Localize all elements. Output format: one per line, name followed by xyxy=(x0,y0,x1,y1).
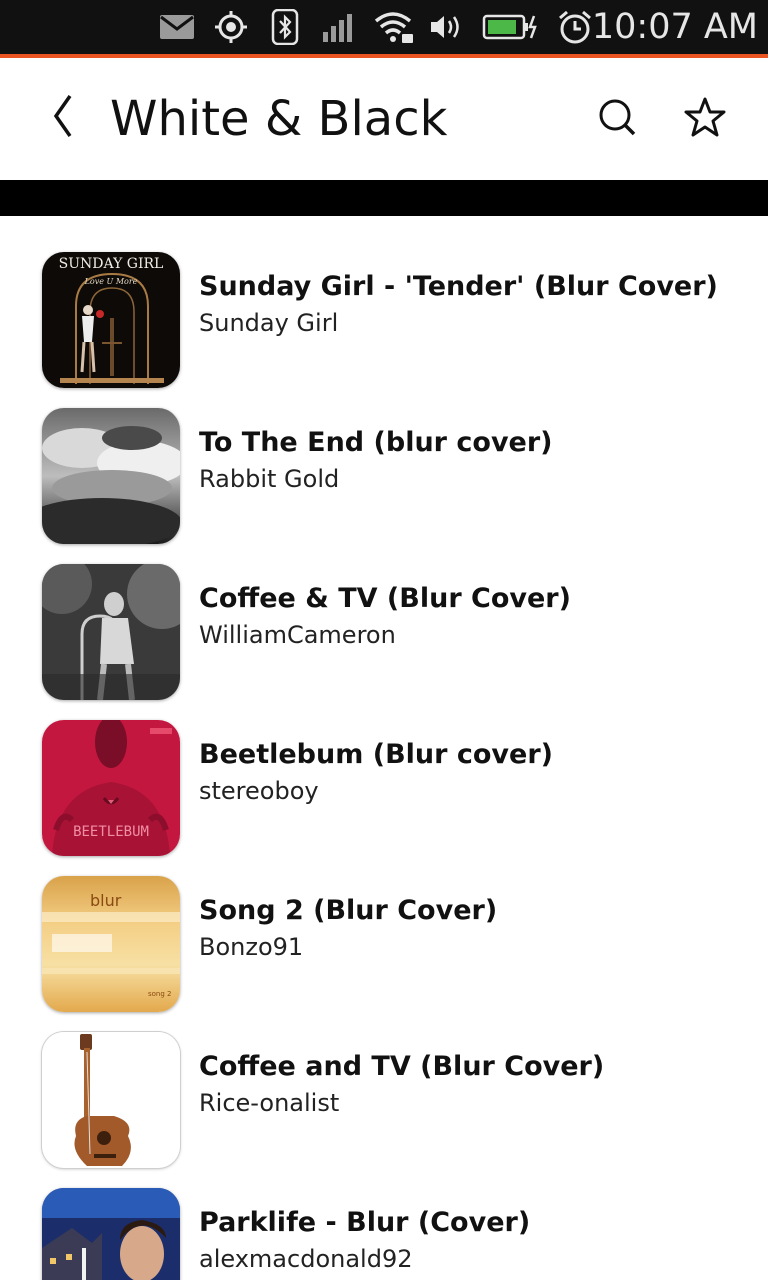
track-artist: Bonzo91 xyxy=(199,933,304,961)
signal-icon xyxy=(320,9,358,45)
mail-icon xyxy=(158,9,196,45)
list-item[interactable]: Parklife - Blur (Cover) alexmacdonald92 xyxy=(0,1152,768,1280)
album-art-thumbnail xyxy=(42,564,180,700)
thumb-text-blur-logo: blur xyxy=(90,891,122,910)
wifi-icon xyxy=(372,9,416,45)
track-title: Song 2 (Blur Cover) xyxy=(199,895,498,926)
list-item[interactable]: BEETLEBUM Beetlebum (Blur cover) stereob… xyxy=(0,684,768,856)
album-art-thumbnail xyxy=(42,1032,180,1168)
list-item[interactable]: SUNDAY GIRL Love U More Sunday Girl - 'T… xyxy=(0,216,768,388)
search-icon xyxy=(597,97,637,141)
album-art-thumbnail: SUNDAY GIRL Love U More xyxy=(42,252,180,388)
battery-icon xyxy=(482,9,540,45)
bluetooth-icon xyxy=(270,9,300,45)
album-art-thumbnail: blur song 2 xyxy=(42,876,180,1012)
chevron-left-icon xyxy=(50,94,74,142)
thumb-text-sunday-girl: SUNDAY GIRL xyxy=(59,256,164,272)
location-icon xyxy=(212,9,250,45)
track-title: To The End (blur cover) xyxy=(199,427,553,458)
star-icon xyxy=(684,97,726,141)
track-title: Sunday Girl - 'Tender' (Blur Cover) xyxy=(199,271,718,302)
search-button[interactable] xyxy=(590,92,644,146)
track-title: Coffee and TV (Blur Cover) xyxy=(199,1051,605,1082)
track-title: Beetlebum (Blur cover) xyxy=(199,739,553,770)
volume-icon xyxy=(428,9,466,45)
alarm-icon xyxy=(556,9,594,45)
album-art-thumbnail xyxy=(42,408,180,544)
track-artist: Sunday Girl xyxy=(199,309,339,337)
track-list: SUNDAY GIRL Love U More Sunday Girl - 'T… xyxy=(0,216,768,1280)
list-item[interactable]: blur song 2 Song 2 (Blur Cover) Bonzo91 xyxy=(0,840,768,1012)
track-artist: stereoboy xyxy=(199,777,319,805)
track-title: Parklife - Blur (Cover) xyxy=(199,1207,531,1238)
album-art-thumbnail xyxy=(42,1188,180,1280)
track-artist: Rabbit Gold xyxy=(199,465,340,493)
list-item[interactable]: Coffee and TV (Blur Cover) Rice-onalist xyxy=(0,996,768,1168)
thumb-text-love-u-more: Love U More xyxy=(84,277,138,286)
album-art-thumbnail: BEETLEBUM xyxy=(42,720,180,856)
status-bar: 10:07 AM xyxy=(0,0,768,54)
track-artist: alexmacdonald92 xyxy=(199,1245,413,1273)
page-header: White & Black xyxy=(0,58,768,180)
back-button[interactable] xyxy=(40,88,84,148)
list-item[interactable]: To The End (blur cover) Rabbit Gold xyxy=(0,372,768,544)
list-item[interactable]: Coffee & TV (Blur Cover) WilliamCameron xyxy=(0,528,768,700)
track-artist: WilliamCameron xyxy=(199,621,396,649)
track-artist: Rice-onalist xyxy=(199,1089,340,1117)
favorite-button[interactable] xyxy=(678,92,732,146)
track-title: Coffee & TV (Blur Cover) xyxy=(199,583,571,614)
thumb-text-beetlebum: BEETLEBUM xyxy=(73,824,149,840)
page-title: White & Black xyxy=(110,91,448,147)
status-time: 10:07 AM xyxy=(591,7,758,47)
header-divider-bar xyxy=(0,180,768,216)
